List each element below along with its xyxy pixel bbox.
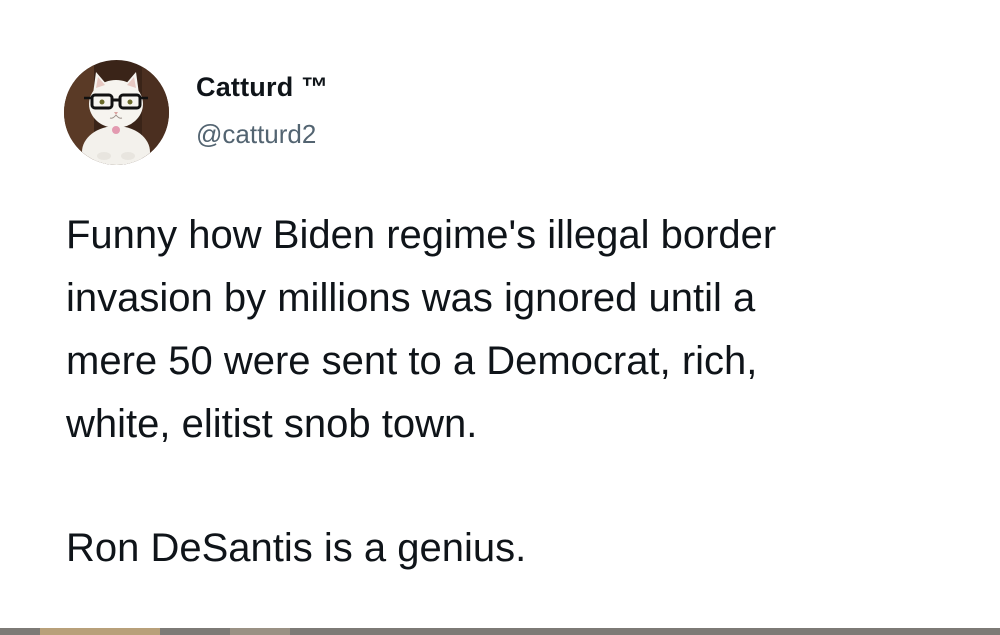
media-edge-tint bbox=[230, 628, 290, 635]
tweet-card: Catturd ™ @catturd2 Funny how Biden regi… bbox=[0, 0, 1000, 628]
cropped-media-edge bbox=[0, 628, 1000, 635]
avatar[interactable] bbox=[64, 60, 169, 165]
tweet-text-line: mere 50 were sent to a Democrat, rich, bbox=[66, 339, 758, 383]
author-display-name[interactable]: Catturd ™ bbox=[196, 72, 328, 103]
tweet-text-line: Funny how Biden regime's illegal border bbox=[66, 213, 777, 257]
author-handle[interactable]: @catturd2 bbox=[196, 119, 316, 150]
tweet-closing-line: Ron DeSantis is a genius. bbox=[66, 526, 527, 570]
cat-with-glasses-avatar-icon bbox=[64, 60, 169, 165]
tweet-text-line: invasion by millions was ignored until a bbox=[66, 276, 756, 320]
media-edge-tint bbox=[40, 628, 160, 635]
tweet-text-line: white, elitist snob town. bbox=[66, 402, 478, 446]
tweet-text: Funny how Biden regime's illegal border … bbox=[66, 204, 966, 580]
